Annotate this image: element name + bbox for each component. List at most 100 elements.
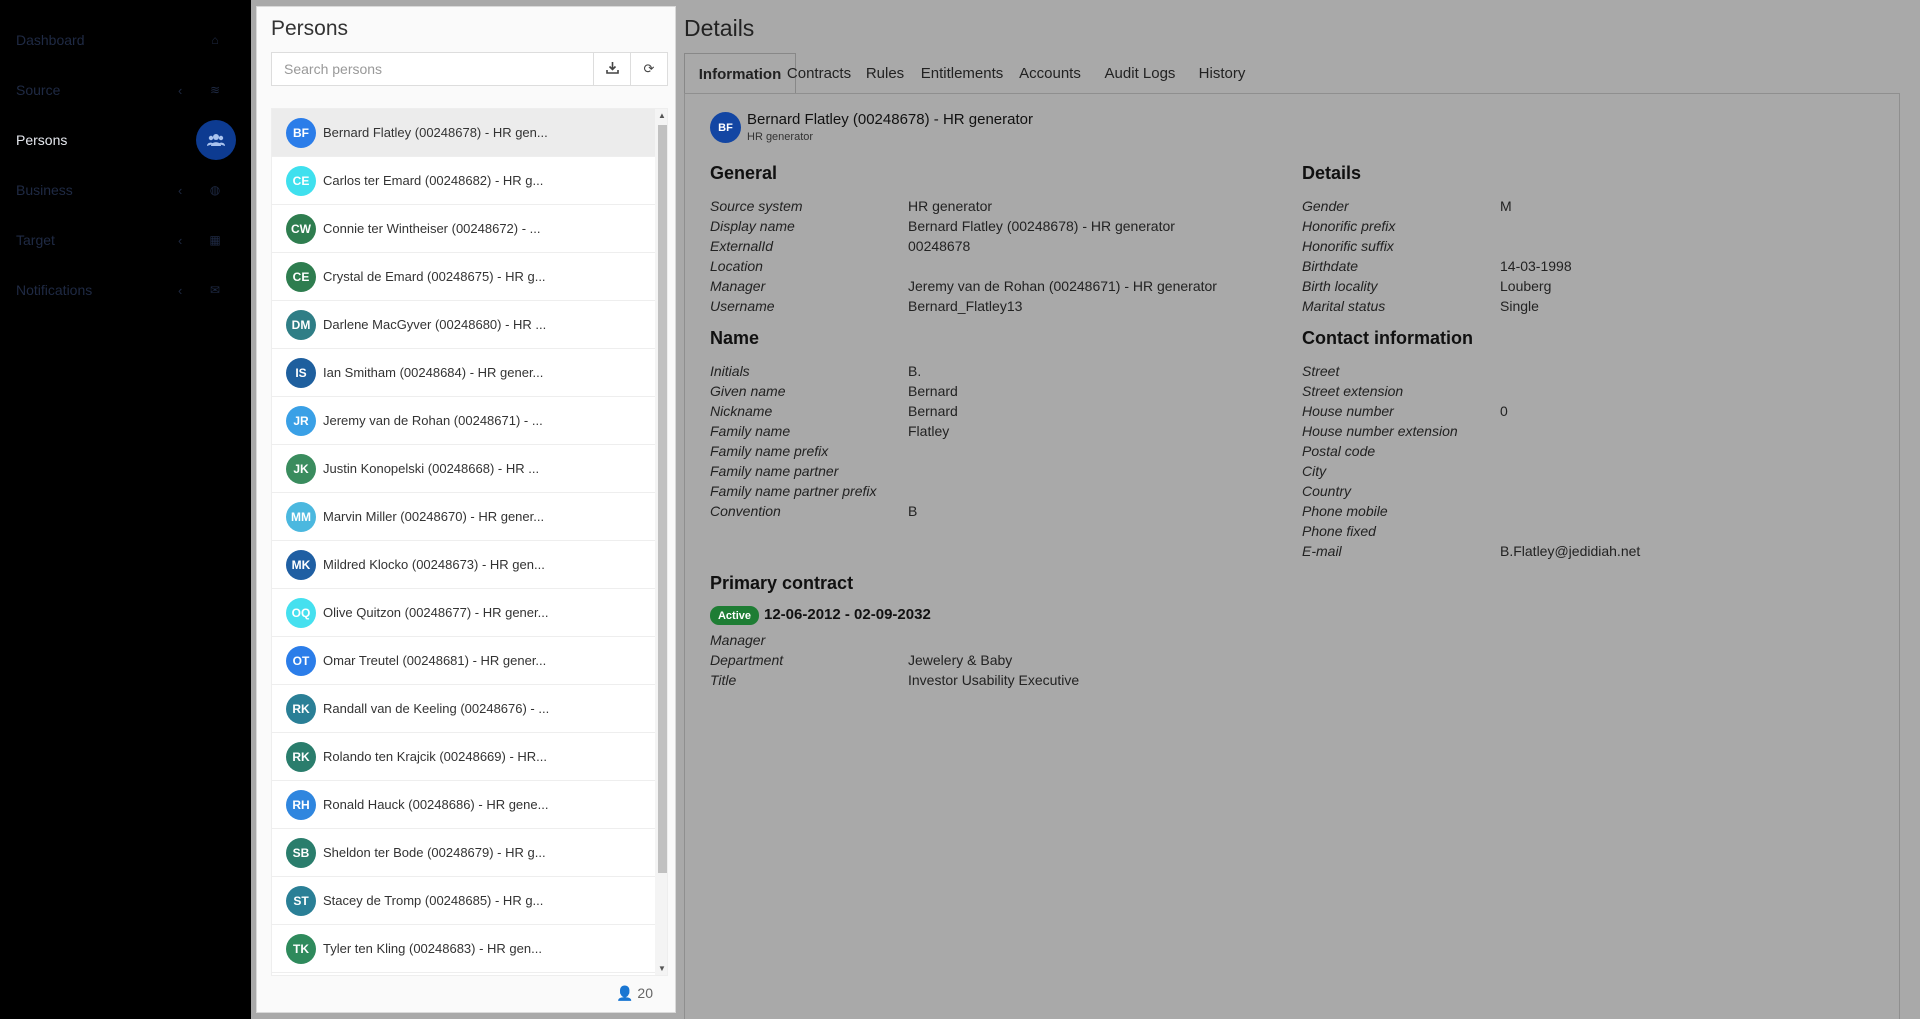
avatar: CE [286, 261, 316, 292]
field-label: Username [710, 298, 775, 314]
persons-panel: Persons ⟳ TK Tyler ten Kling (00248683) -… [256, 6, 676, 1013]
avatar: BF [710, 112, 741, 143]
tab-accounts[interactable]: Accounts [1009, 53, 1091, 94]
field-label: Nickname [710, 403, 773, 419]
field-value: B [908, 503, 918, 519]
scroll-up-icon[interactable]: ▲ [658, 111, 666, 120]
list-item[interactable]: JR Jeremy van de Rohan (00248671) - ... [272, 397, 655, 445]
envelope-icon: ✉ [209, 283, 221, 297]
list-item[interactable]: RK Randall van de Keeling (00248676) - ..… [272, 685, 655, 733]
field-label: City [1302, 463, 1327, 479]
sidebar-item-label: Business [16, 182, 73, 198]
tab-entitlements[interactable]: Entitlements [913, 53, 1011, 94]
field-label: Display name [710, 218, 795, 234]
person-header-source: HR generator [747, 131, 814, 143]
avatar: RK [286, 693, 316, 724]
avatar: DM [286, 309, 316, 340]
field-label: Family name partner prefix [710, 483, 877, 499]
avatar: TK [286, 933, 316, 964]
field-label: Manager [710, 278, 766, 294]
field-label: Department [710, 652, 784, 668]
list-item[interactable]: BF Bernard Flatley (00248678) - HR gen... [272, 109, 655, 157]
avatar: MM [286, 501, 316, 532]
field-label: Gender [1302, 198, 1349, 214]
avatar: BF [286, 117, 316, 148]
field-value: Investor Usability Executive [908, 672, 1080, 688]
status-badge: Active [710, 606, 759, 625]
sidebar-item-business[interactable]: Business ‹ ◍ [0, 170, 251, 210]
avatar: RK [286, 741, 316, 772]
refresh-button[interactable]: ⟳ [630, 53, 667, 85]
avatar: JR [286, 405, 316, 436]
field-label: Honorific prefix [1302, 218, 1396, 234]
download-button[interactable] [593, 53, 630, 85]
list-item[interactable]: OQ Olive Quitzon (00248677) - HR gener... [272, 589, 655, 637]
list-item[interactable]: RH Ronald Hauck (00248686) - HR gene... [272, 781, 655, 829]
sidebar-item-persons[interactable]: Persons [0, 120, 251, 160]
section-details-title: Details [1302, 163, 1362, 183]
persons-count: 👤 20 [616, 985, 653, 1002]
list-scrollbar[interactable]: ▲ ▼ [655, 109, 667, 975]
user-icon: 👤 [616, 985, 634, 1001]
list-item[interactable]: MM Marvin Miller (00248670) - HR gener... [272, 493, 655, 541]
list-item[interactable]: TK Tyler ten Kling (00248683) - HR gen... [272, 925, 655, 973]
avatar: OQ [286, 597, 316, 628]
field-label: Street extension [1302, 383, 1404, 399]
scroll-thumb[interactable] [658, 125, 667, 873]
list-item-label: Ronald Hauck (00248686) - HR gene... [323, 797, 549, 812]
chevron-left-icon: ‹ [178, 282, 183, 298]
sidebar-item-source[interactable]: Source ‹ ≋ [0, 70, 251, 110]
list-item[interactable]: MK Mildred Klocko (00248673) - HR gen... [272, 541, 655, 589]
list-item-label: Darlene MacGyver (00248680) - HR ... [323, 317, 547, 332]
list-item-label: Randall van de Keeling (00248676) - ... [323, 701, 550, 716]
download-icon [605, 61, 619, 77]
persons-count-value: 20 [637, 985, 653, 1001]
list-item[interactable]: CE Crystal de Emard (00248675) - HR g... [272, 253, 655, 301]
field-label: House number extension [1302, 423, 1458, 439]
tab-contracts[interactable]: Contracts [779, 53, 859, 94]
globe-icon: ◍ [209, 183, 221, 197]
list-item-label: Crystal de Emard (00248675) - HR g... [323, 269, 546, 284]
list-item[interactable]: ST Stacey de Tromp (00248685) - HR g... [272, 877, 655, 925]
avatar: SB [286, 837, 316, 868]
tab-rules[interactable]: Rules [856, 53, 914, 94]
list-item[interactable]: SB Sheldon ter Bode (00248679) - HR g... [272, 829, 655, 877]
details-content [684, 93, 1900, 1019]
section-general-title: General [710, 163, 778, 183]
list-item[interactable]: JK Justin Konopelski (00248668) - HR ... [272, 445, 655, 493]
avatar: MK [286, 549, 316, 580]
sidebar: Dashboard ⌂ Source ‹ ≋ Persons Business … [0, 0, 251, 1019]
list-item[interactable]: CW Connie ter Wintheiser (00248672) - ... [272, 205, 655, 253]
list-item[interactable]: CE Carlos ter Emard (00248682) - HR g... [272, 157, 655, 205]
list-item[interactable]: RK Rolando ten Krajcik (00248669) - HR... [272, 733, 655, 781]
field-value: 00248678 [908, 238, 971, 254]
scroll-down-icon[interactable]: ▼ [658, 964, 666, 973]
list-item[interactable]: DM Darlene MacGyver (00248680) - HR ... [272, 301, 655, 349]
field-label: Location [710, 258, 763, 274]
list-item-label: Connie ter Wintheiser (00248672) - ... [323, 221, 541, 236]
sidebar-item-target[interactable]: Target ‹ ▦ [0, 220, 251, 260]
details-title: Details [684, 15, 755, 41]
persons-list: TK Tyler ten Kling (00248683) - HR gen...… [271, 108, 668, 976]
list-item-label: Bernard Flatley (00248678) - HR gen... [323, 125, 548, 140]
field-value: B.Flatley@jedidiah.net [1500, 543, 1641, 559]
field-label: Title [710, 672, 737, 688]
search-box: ⟳ [271, 52, 668, 86]
sidebar-item-notifications[interactable]: Notifications ‹ ✉ [0, 270, 251, 310]
person-header-name: Bernard Flatley (00248678) - HR generato… [747, 111, 1033, 128]
tab-history[interactable]: History [1188, 53, 1256, 94]
search-input[interactable] [272, 53, 593, 85]
list-item[interactable]: OT Omar Treutel (00248681) - HR gener... [272, 637, 655, 685]
field-value: Bernard [908, 403, 958, 419]
field-label: Family name prefix [710, 443, 829, 459]
tab-audit-logs[interactable]: Audit Logs [1090, 53, 1190, 94]
sidebar-item-dashboard[interactable]: Dashboard ⌂ [0, 20, 251, 60]
chevron-left-icon: ‹ [178, 232, 183, 248]
field-value: Bernard_Flatley13 [908, 298, 1023, 314]
field-label: Phone mobile [1302, 503, 1388, 519]
list-item[interactable]: IS Ian Smitham (00248684) - HR gener... [272, 349, 655, 397]
section-primary-contract-title: Primary contract [710, 573, 854, 593]
list-item-label: Carlos ter Emard (00248682) - HR g... [323, 173, 544, 188]
field-label: Given name [710, 383, 786, 399]
avatar: IS [286, 357, 316, 388]
